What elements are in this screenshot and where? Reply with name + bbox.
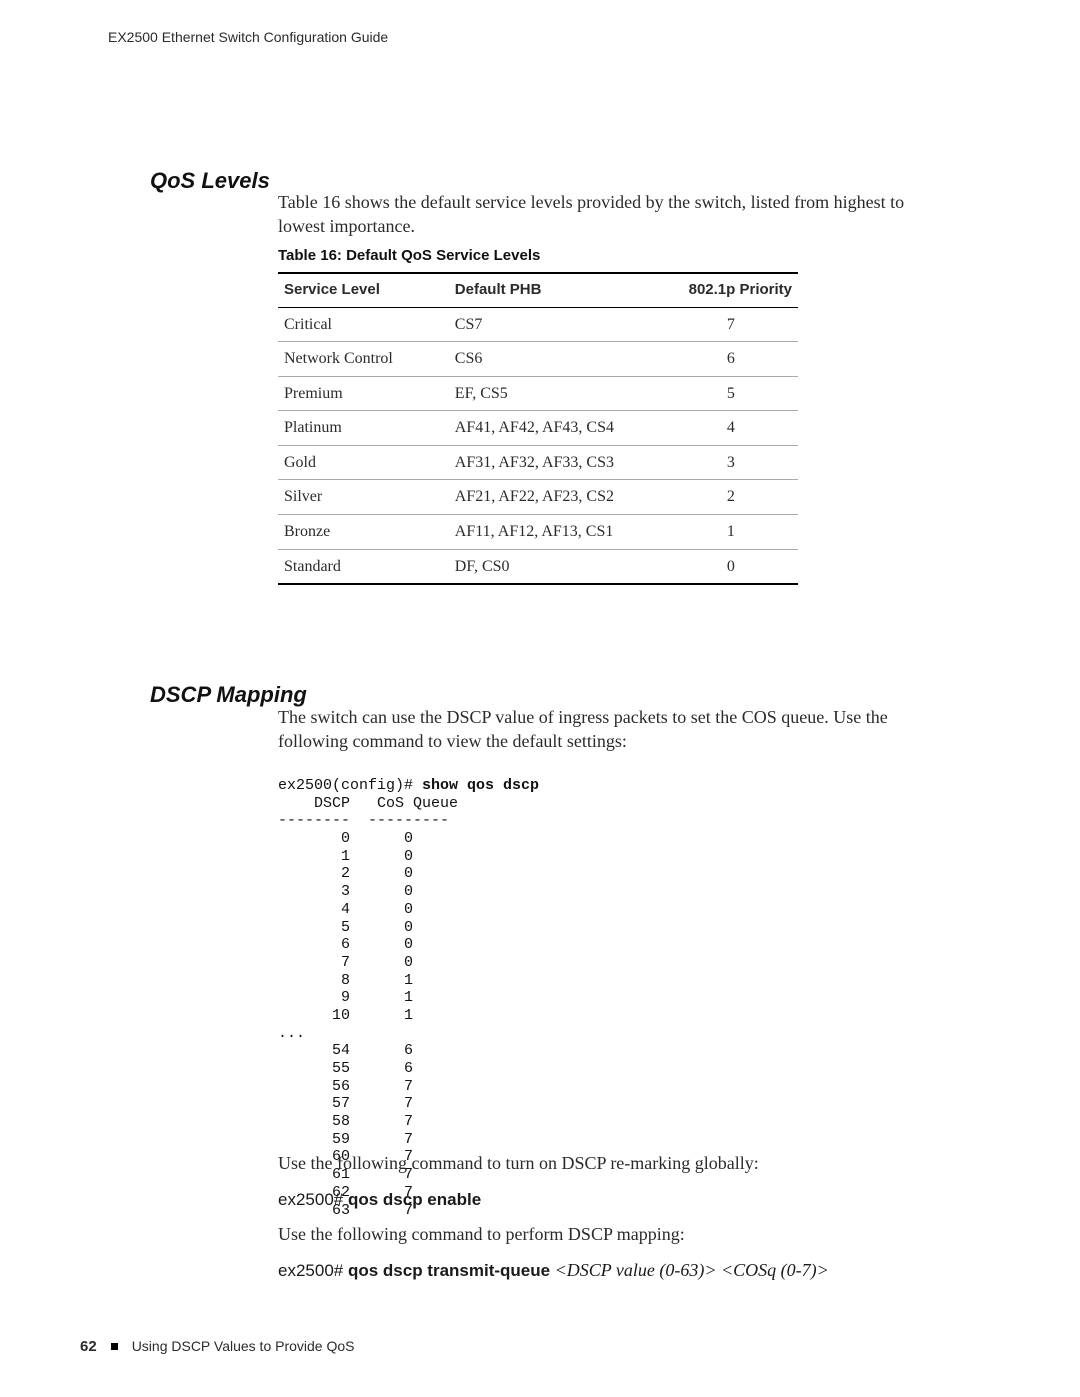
cell-priority: 0 [664,549,798,584]
cell-service-level: Premium [278,376,449,411]
page: EX2500 Ethernet Switch Configuration Gui… [0,0,1080,1397]
cell-default-phb: AF41, AF42, AF43, CS4 [449,411,664,446]
table-row: CriticalCS77 [278,307,798,342]
footer-text: Using DSCP Values to Provide QoS [132,1337,355,1356]
cell-service-level: Critical [278,307,449,342]
table-caption: Table 16: Default QoS Service Levels [278,246,798,266]
col-priority: 802.1p Priority [664,273,798,307]
running-header: EX2500 Ethernet Switch Configuration Gui… [108,28,388,47]
cell-default-phb: DF, CS0 [449,549,664,584]
cell-service-level: Network Control [278,342,449,377]
cell-default-phb: AF31, AF32, AF33, CS3 [449,445,664,480]
cell-default-phb: CS7 [449,307,664,342]
dscp-after-1: Use the following command to turn on DSC… [278,1151,938,1175]
cell-service-level: Bronze [278,515,449,550]
table-row: GoldAF31, AF32, AF33, CS33 [278,445,798,480]
col-default-phb: Default PHB [449,273,664,307]
cmd-tq-prompt: ex2500# [278,1261,348,1280]
qos-table: Table 16: Default QoS Service Levels Ser… [278,246,798,585]
qos-intro: Table 16 shows the default service level… [278,190,938,239]
cell-default-phb: AF11, AF12, AF13, CS1 [449,515,664,550]
cmd-enable-text: qos dscp enable [348,1190,481,1209]
dscp-after-2: Use the following command to perform DSC… [278,1222,938,1246]
table-row: SilverAF21, AF22, AF23, CS22 [278,480,798,515]
table-row: PremiumEF, CS55 [278,376,798,411]
cell-default-phb: AF21, AF22, AF23, CS2 [449,480,664,515]
dscp-intro: The switch can use the DSCP value of ing… [278,705,938,754]
qos-heading: QoS Levels [150,166,270,196]
cell-priority: 4 [664,411,798,446]
footer: 62 Using DSCP Values to Provide QoS [80,1337,355,1357]
cell-priority: 1 [664,515,798,550]
cell-service-level: Silver [278,480,449,515]
footer-square-icon [111,1343,118,1350]
cell-priority: 5 [664,376,798,411]
cell-service-level: Standard [278,549,449,584]
cmd-tq-args: <DSCP value (0-63)> <COSq (0-7)> [550,1260,829,1280]
table-row: Network ControlCS66 [278,342,798,377]
cell-priority: 7 [664,307,798,342]
cmd-tq-text: qos dscp transmit-queue [348,1261,550,1280]
table-row: BronzeAF11, AF12, AF13, CS11 [278,515,798,550]
cmd-enable-prompt: ex2500# [278,1190,348,1209]
qos-levels-table: Service Level Default PHB 802.1p Priorit… [278,272,798,585]
table-row: StandardDF, CS00 [278,549,798,584]
cell-default-phb: CS6 [449,342,664,377]
cmd-enable: ex2500# qos dscp enable [278,1187,481,1212]
col-service-level: Service Level [278,273,449,307]
page-number: 62 [80,1337,97,1357]
cell-default-phb: EF, CS5 [449,376,664,411]
cell-service-level: Gold [278,445,449,480]
cell-priority: 2 [664,480,798,515]
table-row: PlatinumAF41, AF42, AF43, CS44 [278,411,798,446]
cmd-transmit-queue: ex2500# qos dscp transmit-queue <DSCP va… [278,1258,829,1283]
cell-priority: 6 [664,342,798,377]
cell-priority: 3 [664,445,798,480]
cell-service-level: Platinum [278,411,449,446]
